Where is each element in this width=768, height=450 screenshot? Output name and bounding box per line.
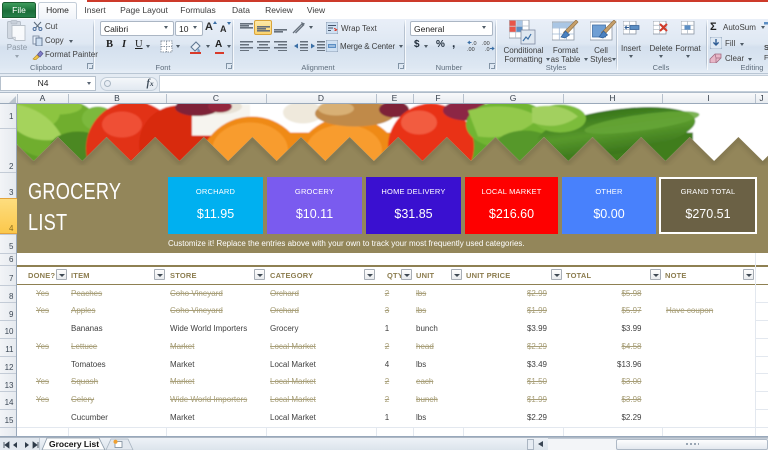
svg-text:.00: .00 [467,47,475,52]
svg-text:.0: .0 [485,47,490,52]
svg-text:S: S [764,43,768,52]
svg-text:F: F [764,53,768,62]
